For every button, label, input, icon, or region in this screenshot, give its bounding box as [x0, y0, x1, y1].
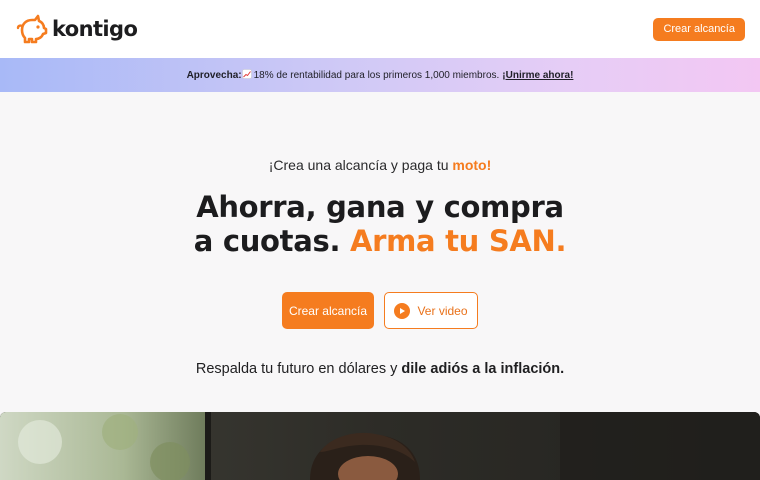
promo-banner: Aprovecha: 18% de rentabilidad para los …: [0, 58, 760, 92]
promo-lead: Aprovecha:: [186, 69, 242, 81]
watch-video-button[interactable]: Ver video: [384, 292, 478, 329]
brand-name: kontigo: [52, 17, 138, 41]
promo-join-link[interactable]: ¡Unirme ahora!: [502, 70, 573, 81]
chart-increasing-icon: [241, 68, 252, 82]
hero-eyebrow: ¡Crea una alcancía y paga tu moto!: [0, 157, 760, 173]
hero-subline: Respalda tu futuro en dólares y dile adi…: [0, 361, 760, 377]
play-icon: [394, 302, 411, 319]
hero-photo: [0, 412, 760, 480]
subline-bold: dile adiós a la inflación.: [401, 361, 565, 377]
hero-cta-row: Crear alcancía Ver video: [0, 292, 760, 329]
headline-line-2-accent: Arma tu SAN.: [349, 224, 567, 258]
piggy-bank-icon: [16, 14, 48, 44]
site-header: kontigo Crear alcancía: [0, 0, 760, 58]
headline-line-1: Ahorra, gana y compra: [196, 190, 564, 224]
hero-headline: Ahorra, gana y compra a cuotas. Arma tu …: [0, 190, 760, 258]
promo-text: 18% de rentabilidad para los primeros 1,…: [253, 69, 500, 81]
hero-photo-image: [0, 412, 760, 480]
headline-line-2-plain: a cuotas.: [193, 224, 350, 258]
hero-section: ¡Crea una alcancía y paga tu moto! Ahorr…: [0, 92, 760, 412]
watch-video-label: Ver video: [417, 303, 468, 318]
brand-logo[interactable]: kontigo: [16, 14, 138, 44]
eyebrow-text: ¡Crea una alcancía y paga tu: [268, 157, 453, 173]
header-create-piggybank-button[interactable]: Crear alcancía: [653, 17, 745, 41]
eyebrow-accent: moto!: [452, 157, 492, 173]
hero-create-piggybank-button[interactable]: Crear alcancía: [282, 292, 374, 329]
subline-plain: Respalda tu futuro en dólares y: [195, 361, 402, 377]
